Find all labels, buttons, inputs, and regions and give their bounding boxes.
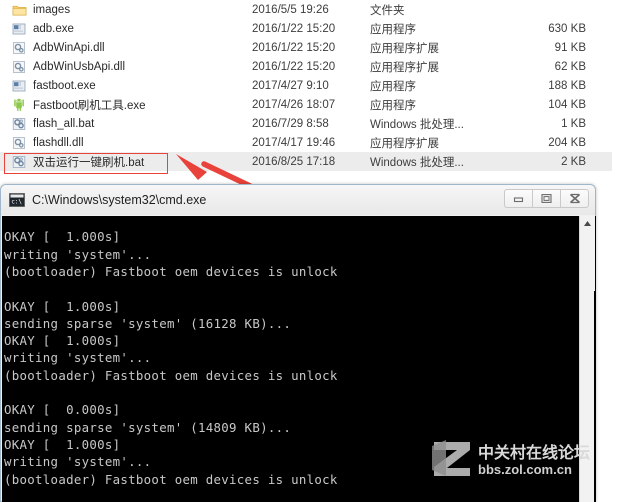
file-type: 应用程序扩展 (370, 61, 439, 74)
table-row[interactable]: flash_all.bat 2016/7/29 8:58 Windows 批处理… (0, 114, 612, 133)
file-size: 104 KB (548, 98, 586, 111)
screenshot-root: images 2016/5/5 19:26 文件夹 adb.exe 2016/1… (0, 0, 624, 502)
file-date: 2016/8/25 17:18 (252, 155, 336, 168)
table-row[interactable]: fastboot.exe 2017/4/27 9:10 应用程序 188 KB (0, 76, 612, 95)
file-name-cell: adb.exe (0, 22, 252, 36)
table-row[interactable]: Fastboot刷机工具.exe 2017/4/26 18:07 应用程序 10… (0, 95, 612, 114)
file-type: Windows 批处理... (370, 118, 464, 131)
file-name: AdbWinApi.dll (33, 41, 105, 54)
exe-icon (12, 79, 27, 93)
file-name: adb.exe (33, 22, 74, 35)
dll-icon (12, 136, 27, 150)
console-output-area[interactable]: OKAY [ 1.000s] writing 'system'... (boot… (2, 216, 596, 502)
file-date: 2016/1/22 15:20 (252, 22, 336, 35)
file-size: 1 KB (561, 117, 586, 130)
file-size: 91 KB (554, 41, 586, 54)
file-name-cell: images (0, 3, 252, 17)
file-type: Windows 批处理... (370, 156, 464, 169)
file-date: 2016/5/5 19:26 (252, 3, 329, 16)
file-name-cell: AdbWinApi.dll (0, 41, 252, 55)
file-name: AdbWinUsbApi.dll (33, 60, 126, 73)
file-type: 应用程序扩展 (370, 137, 439, 150)
file-type: 应用程序 (370, 23, 416, 36)
file-date: 2017/4/17 19:46 (252, 136, 336, 149)
bat-icon (12, 155, 27, 169)
file-name-cell: fastboot.exe (0, 79, 252, 93)
file-name-cell: flash_all.bat (0, 117, 252, 131)
table-row[interactable]: flashdll.dll 2017/4/17 19:46 应用程序扩展 204 … (0, 133, 612, 152)
scroll-up-arrow-icon[interactable] (580, 216, 595, 231)
file-name-cell: AdbWinUsbApi.dll (0, 60, 252, 74)
dll-icon (12, 60, 27, 74)
minimize-button[interactable] (504, 189, 533, 208)
file-date: 2016/7/29 8:58 (252, 117, 329, 130)
android-icon (12, 98, 27, 112)
bat-icon (12, 117, 27, 131)
folder-icon (12, 3, 27, 17)
cmd-window[interactable]: c:\ C:\Windows\system32\cmd.exe OKAY [1… (0, 184, 596, 502)
cmd-titlebar[interactable]: c:\ C:\Windows\system32\cmd.exe (1, 185, 595, 215)
file-type: 应用程序 (370, 99, 416, 112)
file-date: 2016/1/22 15:20 (252, 60, 336, 73)
file-list[interactable]: images 2016/5/5 19:26 文件夹 adb.exe 2016/1… (0, 0, 624, 184)
file-name: images (33, 3, 71, 16)
file-name: flash_all.bat (33, 117, 95, 130)
table-row[interactable]: adb.exe 2016/1/22 15:20 应用程序 630 KB (0, 19, 612, 38)
exe-icon (12, 22, 27, 36)
cmd-title: C:\Windows\system32\cmd.exe (32, 193, 207, 207)
file-name-cell: Fastboot刷机工具.exe (0, 97, 252, 113)
cmd-icon: c:\ (9, 193, 25, 207)
scrollbar-thumb[interactable] (580, 231, 595, 291)
file-size: 188 KB (548, 79, 586, 92)
file-date: 2017/4/27 9:10 (252, 79, 329, 92)
file-size: 204 KB (548, 136, 586, 149)
file-name: fastboot.exe (33, 79, 96, 92)
file-date: 2016/1/22 15:20 (252, 41, 336, 54)
file-name: flashdll.dll (33, 136, 84, 149)
file-name: Fastboot刷机工具.exe (33, 99, 146, 112)
console-scrollbar[interactable] (579, 216, 595, 502)
console-text: OKAY [ 1.000s] writing 'system'... (boot… (4, 229, 338, 487)
table-row[interactable]: images 2016/5/5 19:26 文件夹 (0, 0, 612, 19)
close-button[interactable] (560, 189, 589, 208)
file-size: 2 KB (561, 155, 586, 168)
table-row[interactable]: AdbWinApi.dll 2016/1/22 15:20 应用程序扩展 91 … (0, 38, 612, 57)
svg-text:c:\: c:\ (11, 199, 22, 206)
file-size: 630 KB (548, 22, 586, 35)
file-type: 文件夹 (370, 4, 405, 17)
maximize-button[interactable] (532, 189, 561, 208)
window-controls[interactable] (504, 189, 589, 208)
file-type: 应用程序 (370, 80, 416, 93)
file-date: 2017/4/26 18:07 (252, 98, 336, 111)
file-type: 应用程序扩展 (370, 42, 439, 55)
file-name-cell: flashdll.dll (0, 136, 252, 150)
table-row[interactable]: AdbWinUsbApi.dll 2016/1/22 15:20 应用程序扩展 … (0, 57, 612, 76)
file-name-cell: 双击运行一键刷机.bat (0, 154, 252, 170)
file-size: 62 KB (554, 60, 586, 73)
dll-icon (12, 41, 27, 55)
file-name: 双击运行一键刷机.bat (33, 156, 145, 169)
table-row-selected[interactable]: 双击运行一键刷机.bat 2016/8/25 17:18 Windows 批处理… (0, 152, 612, 171)
